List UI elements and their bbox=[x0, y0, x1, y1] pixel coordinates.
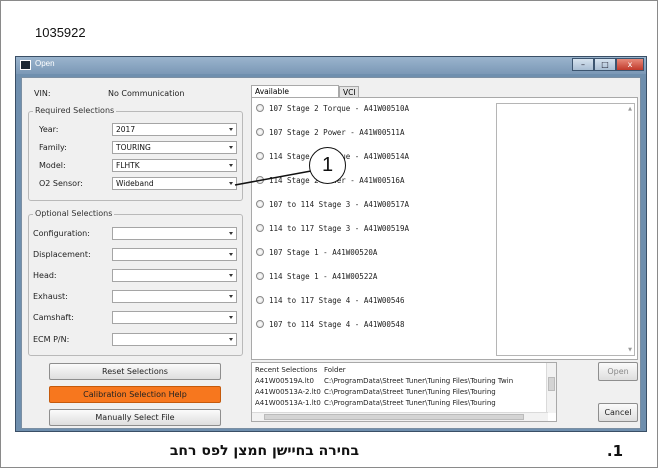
callout-marker: 1 bbox=[309, 147, 346, 184]
callout-leader-line bbox=[234, 170, 312, 186]
figure-frame: 1035922 Open – □ x VIN: No Communication… bbox=[0, 0, 658, 468]
figure-caption: 1. בחירה בחיישן חמצן לפס רחב bbox=[1, 438, 658, 466]
caption-number: 1. bbox=[606, 442, 623, 460]
callout-leader-svg bbox=[234, 170, 312, 186]
caption-text: בחירה בחיישן חמצן לפס רחב bbox=[169, 443, 359, 459]
